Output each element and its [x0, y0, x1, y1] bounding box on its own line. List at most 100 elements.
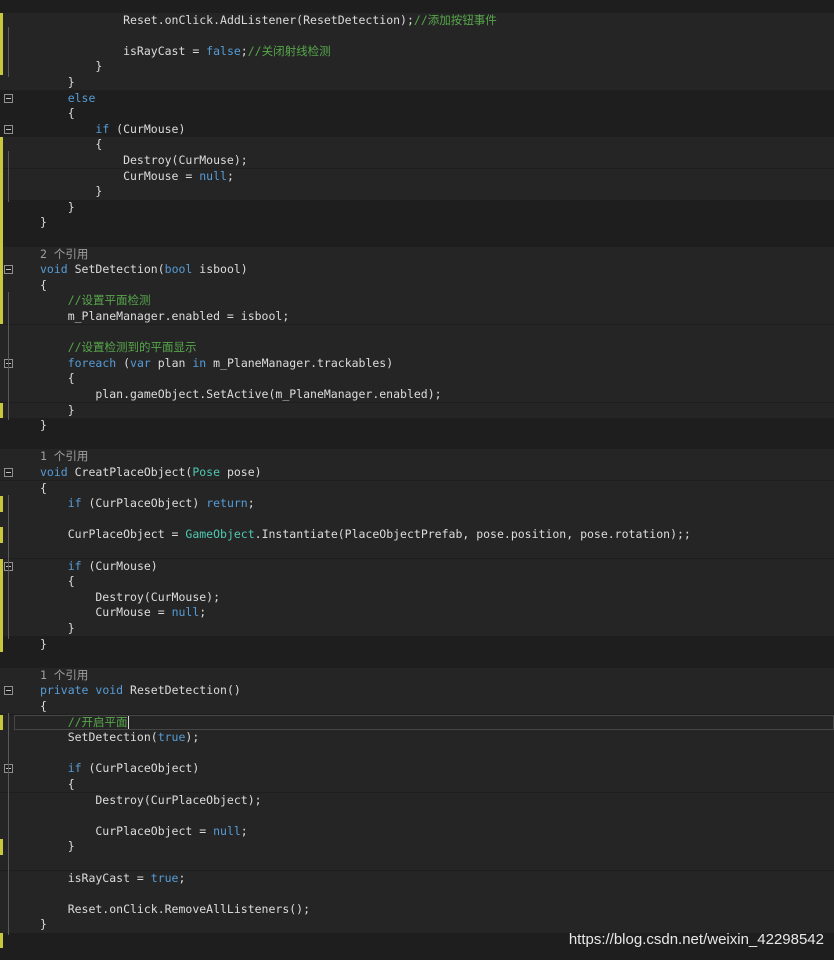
code-line[interactable]: [0, 854, 834, 871]
code-line[interactable]: }: [0, 215, 834, 231]
change-marker: [0, 527, 3, 543]
code-token: CreatPlaceObject(: [67, 464, 193, 479]
code-line[interactable]: 2 个引用: [0, 246, 834, 263]
collapse-toggle-icon[interactable]: [4, 265, 13, 275]
code-line[interactable]: }: [0, 200, 834, 216]
code-line[interactable]: {: [0, 574, 834, 590]
code-text: Destroy(CurMouse);: [40, 590, 220, 606]
code-line[interactable]: SetDetection(true);: [0, 730, 834, 746]
code-text: void CreatPlaceObject(Pose pose): [40, 465, 262, 481]
code-line[interactable]: Destroy(CurPlaceObject);: [0, 792, 834, 809]
code-line[interactable]: if (CurMouse): [0, 558, 834, 575]
code-line[interactable]: Reset.onClick.AddListener(ResetDetection…: [0, 12, 834, 29]
code-line[interactable]: Reset.onClick.RemoveAllListeners();: [0, 901, 834, 918]
code-line[interactable]: {: [0, 480, 834, 497]
codelens-reference-count[interactable]: 2 个引用: [40, 247, 88, 261]
code-line[interactable]: {: [0, 371, 834, 387]
collapse-toggle-icon[interactable]: [4, 686, 13, 696]
code-line[interactable]: {: [0, 776, 834, 793]
code-line[interactable]: {: [0, 277, 834, 294]
code-token: }: [40, 215, 47, 230]
code-line[interactable]: [0, 652, 834, 668]
code-line[interactable]: {: [0, 137, 834, 153]
code-line[interactable]: private void ResetDetection(): [0, 683, 834, 699]
code-line[interactable]: foreach (var plan in m_PlaneManager.trac…: [0, 355, 834, 372]
code-line[interactable]: //设置平面检测: [0, 293, 834, 309]
code-line[interactable]: void CreatPlaceObject(Pose pose): [0, 464, 834, 481]
code-line[interactable]: if (CurPlaceObject): [0, 761, 834, 777]
code-line[interactable]: isRayCast = true;: [0, 870, 834, 887]
code-token: Reset.onClick.AddListener(ResetDetection…: [123, 12, 414, 27]
code-line[interactable]: [0, 542, 834, 559]
code-token: ;: [247, 496, 255, 511]
code-token: SetDetection(: [40, 730, 158, 745]
code-text: {: [40, 278, 47, 294]
code-line[interactable]: }: [0, 59, 834, 75]
codelens-reference-count[interactable]: 1 个引用: [40, 449, 88, 463]
code-line[interactable]: [0, 324, 834, 341]
code-line[interactable]: }: [0, 74, 834, 91]
code-line[interactable]: CurPlaceObject = null;: [0, 823, 834, 840]
code-line[interactable]: }: [0, 620, 834, 637]
code-line[interactable]: [0, 745, 834, 762]
code-token: GameObject: [185, 527, 255, 542]
code-line[interactable]: [0, 231, 834, 247]
collapse-toggle-icon[interactable]: [4, 467, 13, 477]
code-line[interactable]: 1 个引用: [0, 449, 834, 465]
code-token: {: [40, 776, 75, 791]
code-line[interactable]: }: [0, 839, 834, 855]
code-keyword: in: [192, 355, 207, 370]
collapse-toggle-icon[interactable]: [4, 124, 13, 134]
code-token: {: [40, 574, 75, 589]
code-line[interactable]: }: [0, 418, 834, 434]
code-line[interactable]: Destroy(CurMouse);: [0, 152, 834, 169]
code-token: }: [40, 59, 103, 74]
code-line[interactable]: }: [0, 184, 834, 200]
code-line[interactable]: [0, 28, 834, 44]
code-keyword: null: [199, 168, 227, 183]
code-token: {: [40, 480, 47, 495]
code-line[interactable]: [0, 434, 834, 450]
code-keyword: void: [95, 683, 124, 698]
code-line[interactable]: plan.gameObject.SetActive(m_PlaneManager…: [0, 386, 834, 403]
code-line[interactable]: [0, 886, 834, 902]
code-token: CurMouse =: [40, 168, 200, 183]
code-text: {: [40, 137, 102, 153]
code-editor[interactable]: Reset.onClick.AddListener(ResetDetection…: [0, 0, 834, 960]
code-line[interactable]: Destroy(CurMouse);: [0, 589, 834, 606]
code-line[interactable]: {: [0, 698, 834, 715]
code-line[interactable]: isRayCast = false;//关闭射线检测: [0, 43, 834, 60]
code-text: //设置检测到的平面显示: [40, 340, 197, 356]
fold-guide: [8, 291, 9, 421]
code-text: }: [40, 59, 102, 75]
code-line[interactable]: CurMouse = null;: [0, 605, 834, 621]
code-line[interactable]: CurMouse = null;: [0, 168, 834, 185]
code-keyword: null: [213, 823, 241, 838]
code-line[interactable]: if (CurMouse): [0, 122, 834, 138]
code-line[interactable]: else: [0, 91, 834, 107]
code-text: void SetDetection(bool isbool): [40, 262, 248, 278]
code-text: CurMouse = null;: [40, 605, 206, 621]
code-line[interactable]: [0, 808, 834, 824]
fold-guide: [8, 494, 9, 639]
collapse-toggle-icon[interactable]: [4, 93, 13, 103]
change-marker: [0, 839, 3, 855]
code-token: isRayCast =: [40, 870, 151, 885]
current-line-highlight: [14, 714, 834, 731]
code-line[interactable]: }: [0, 637, 834, 653]
code-line[interactable]: //设置检测到的平面显示: [0, 340, 834, 356]
code-line[interactable]: m_PlaneManager.enabled = isbool;: [0, 308, 834, 325]
codelens-reference-count[interactable]: 1 个引用: [40, 668, 88, 682]
code-line[interactable]: 1 个引用: [0, 667, 834, 684]
change-marker: [0, 137, 3, 325]
code-line[interactable]: if (CurPlaceObject) return;: [0, 496, 834, 512]
code-line[interactable]: void SetDetection(bool isbool): [0, 262, 834, 278]
code-line[interactable]: CurPlaceObject = GameObject.Instantiate(…: [0, 527, 834, 543]
change-marker: [0, 932, 3, 949]
code-token: {: [40, 106, 75, 121]
code-line[interactable]: {: [0, 106, 834, 122]
code-line[interactable]: [0, 511, 834, 528]
code-line[interactable]: }: [0, 402, 834, 419]
